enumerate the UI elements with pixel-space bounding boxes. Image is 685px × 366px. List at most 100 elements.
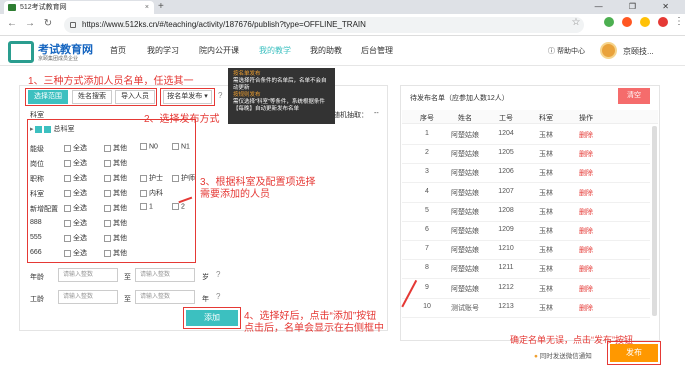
option-checkbox[interactable]: [64, 219, 71, 227]
nav-my-assistant[interactable]: 我的助教: [310, 45, 342, 56]
option-checkbox[interactable]: [104, 174, 111, 182]
site-logo[interactable]: 考试教育网 京颐集团成员企业: [8, 39, 98, 65]
age-min-input[interactable]: 请输入整数: [58, 268, 118, 282]
config-option[interactable]: 其他: [104, 233, 127, 243]
config-option[interactable]: 护师: [172, 173, 195, 183]
nav-open-class[interactable]: 院内公开课: [199, 45, 239, 56]
delete-link[interactable]: 删除: [566, 284, 606, 294]
config-option[interactable]: 全选: [64, 233, 87, 243]
option-checkbox[interactable]: [140, 174, 147, 182]
config-option[interactable]: 全选: [64, 143, 87, 153]
tab-close-icon[interactable]: ×: [145, 1, 149, 14]
seniority-max-input[interactable]: 请输入整数: [135, 290, 195, 304]
config-option[interactable]: 全选: [64, 158, 87, 168]
publish-button[interactable]: 发布: [610, 344, 658, 362]
add-button[interactable]: 添加: [186, 310, 238, 326]
reload-icon[interactable]: ↻: [42, 18, 54, 29]
tab-select-range[interactable]: 选择范围: [28, 90, 68, 104]
delete-link[interactable]: 删除: [566, 168, 606, 178]
profile-icon[interactable]: [658, 17, 668, 27]
window-controls[interactable]: — ❐ ✕: [595, 0, 681, 14]
config-option[interactable]: 全选: [64, 203, 87, 213]
delete-link[interactable]: 删除: [566, 188, 606, 198]
extension-icon[interactable]: [640, 17, 650, 27]
config-option[interactable]: 其他: [104, 248, 127, 258]
config-option[interactable]: 全选: [64, 188, 87, 198]
delete-link[interactable]: 删除: [566, 149, 606, 159]
option-checkbox[interactable]: [64, 189, 71, 197]
user-name[interactable]: 京颐技...: [623, 46, 654, 57]
option-checkbox[interactable]: [64, 144, 71, 152]
config-option[interactable]: N0: [140, 143, 158, 150]
config-option[interactable]: 全选: [64, 248, 87, 258]
option-checkbox[interactable]: [140, 203, 147, 210]
option-checkbox[interactable]: [172, 143, 179, 150]
delete-link[interactable]: 删除: [566, 226, 606, 236]
config-option[interactable]: 其他: [104, 203, 127, 213]
nav-my-teaching[interactable]: 我的教学: [259, 45, 291, 56]
age-max-input[interactable]: 请输入整数: [135, 268, 195, 282]
seniority-min-input[interactable]: 请输入整数: [58, 290, 118, 304]
config-option[interactable]: 1: [140, 203, 153, 210]
config-option[interactable]: 全选: [64, 173, 87, 183]
delete-link[interactable]: 删除: [566, 264, 606, 274]
delete-link[interactable]: 删除: [566, 303, 606, 313]
forward-icon[interactable]: →: [24, 18, 36, 29]
table-cell: 1208: [498, 206, 514, 214]
option-checkbox[interactable]: [140, 189, 147, 197]
help-question-icon[interactable]: ?: [216, 292, 220, 301]
option-checkbox[interactable]: [104, 144, 111, 152]
tab-import-users[interactable]: 导入人员: [115, 90, 155, 104]
clear-button[interactable]: 清空: [618, 88, 650, 104]
config-option[interactable]: 其他: [104, 188, 127, 198]
option-checkbox[interactable]: [64, 204, 71, 212]
option-checkbox[interactable]: [104, 249, 111, 257]
url-input[interactable]: https://www.512ks.cn/#/teaching/activity…: [64, 17, 584, 33]
option-checkbox[interactable]: [104, 204, 111, 212]
config-option[interactable]: 内科: [140, 188, 163, 198]
delete-link[interactable]: 删除: [566, 130, 606, 140]
option-checkbox[interactable]: [64, 159, 71, 167]
option-checkbox[interactable]: [64, 249, 71, 257]
help-question-icon[interactable]: ?: [216, 270, 220, 279]
option-checkbox[interactable]: [104, 219, 111, 227]
config-option[interactable]: 其他: [104, 218, 127, 228]
config-option[interactable]: N1: [172, 143, 190, 150]
option-checkbox[interactable]: [172, 174, 179, 182]
browser-tab[interactable]: 512考试教育网 ×: [4, 1, 154, 14]
delete-link[interactable]: 删除: [566, 207, 606, 217]
extension-icon[interactable]: [604, 17, 614, 27]
option-checkbox[interactable]: [104, 159, 111, 167]
nav-home[interactable]: 首页: [110, 45, 126, 56]
option-checkbox[interactable]: [64, 234, 71, 242]
root-checkbox[interactable]: [44, 125, 52, 133]
help-center-link[interactable]: ⓘ 帮助中心: [548, 46, 585, 56]
nav-admin[interactable]: 后台管理: [361, 45, 393, 56]
option-checkbox[interactable]: [172, 203, 179, 210]
help-question-icon[interactable]: ?: [218, 91, 222, 100]
config-option[interactable]: 其他: [104, 158, 127, 168]
config-option[interactable]: 其他: [104, 173, 127, 183]
option-checkbox[interactable]: [64, 174, 71, 182]
tree-root[interactable]: ▸ 总科室: [30, 124, 74, 134]
delete-link[interactable]: 删除: [566, 245, 606, 255]
publish-mode-select[interactable]: 按名单发布 ▾: [163, 90, 212, 104]
nav-my-learning[interactable]: 我的学习: [147, 45, 179, 56]
tab-name-search[interactable]: 姓名搜索: [72, 90, 112, 104]
config-option[interactable]: 其他: [104, 143, 127, 153]
avatar[interactable]: [600, 42, 617, 59]
table-scrollbar[interactable]: [652, 126, 657, 316]
root-checkbox[interactable]: [35, 125, 43, 133]
extension-icon[interactable]: [622, 17, 632, 27]
config-option[interactable]: 护士: [140, 173, 163, 183]
bookmark-star-icon[interactable]: ☆: [570, 17, 582, 28]
new-tab-button[interactable]: +: [158, 0, 164, 14]
wechat-notify-option[interactable]: ● 同时发送微信通知: [534, 350, 592, 360]
config-option[interactable]: 2: [172, 203, 185, 210]
back-icon[interactable]: ←: [6, 18, 18, 29]
option-checkbox[interactable]: [104, 189, 111, 197]
config-option[interactable]: 全选: [64, 218, 87, 228]
option-checkbox[interactable]: [140, 143, 147, 150]
option-checkbox[interactable]: [104, 234, 111, 242]
menu-dots-icon[interactable]: ⋮: [674, 16, 684, 27]
